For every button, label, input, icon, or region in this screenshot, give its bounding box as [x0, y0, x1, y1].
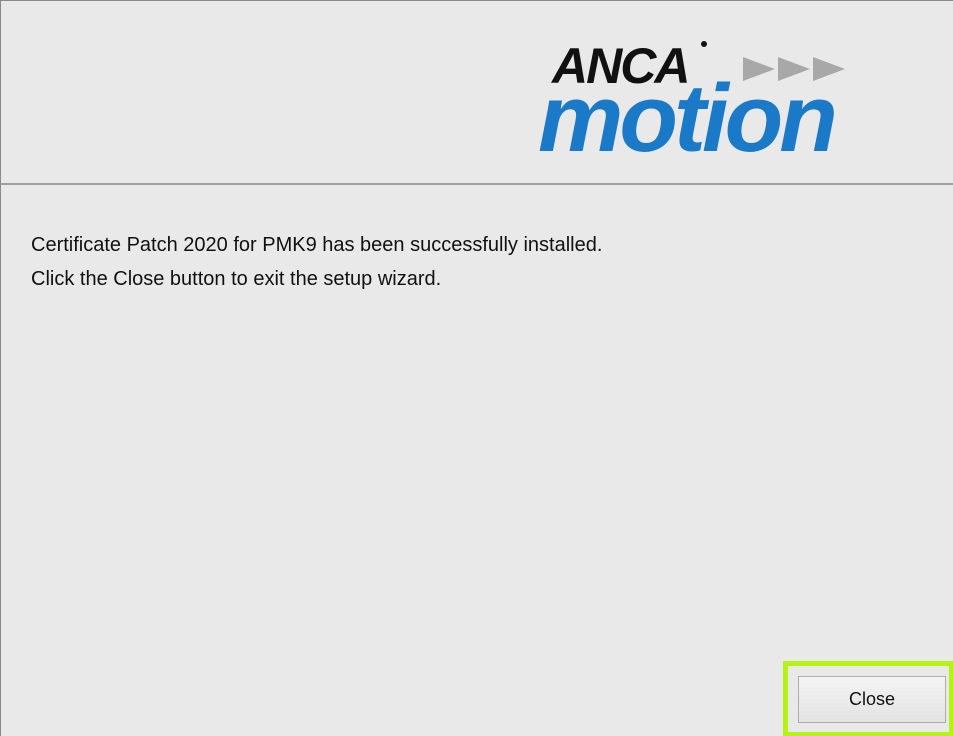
- message-line-2: Click the Close button to exit the setup…: [31, 268, 442, 290]
- close-button[interactable]: Close: [798, 676, 946, 723]
- completion-message: Certificate Patch 2020 for PMK9 has been…: [31, 228, 921, 296]
- registered-mark-icon: [701, 41, 707, 47]
- anca-motion-logo: ANCA motion: [538, 38, 845, 160]
- message-line-1: Certificate Patch 2020 for PMK9 has been…: [31, 234, 603, 256]
- logo-motion-text: motion: [538, 65, 834, 160]
- wizard-header: ANCA motion: [1, 1, 953, 183]
- setup-wizard-window: ANCA motion Certificate Patch 2020 for P…: [0, 0, 953, 736]
- header-divider: [1, 183, 953, 185]
